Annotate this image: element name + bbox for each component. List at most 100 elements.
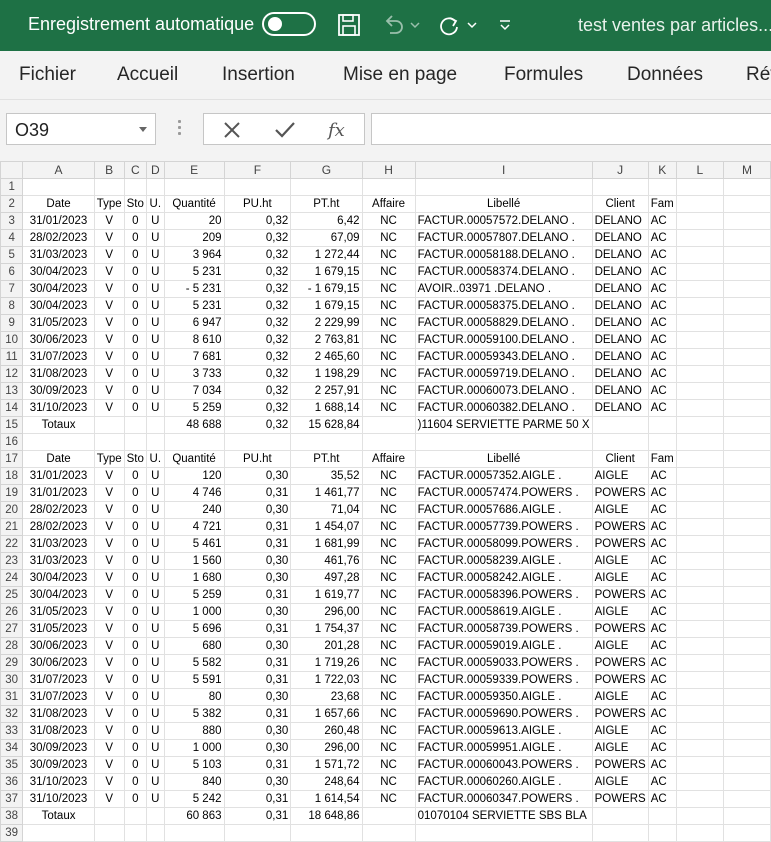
data-cell[interactable]: V (93, 212, 125, 230)
cell[interactable] (722, 484, 771, 502)
row-header[interactable]: 14 (0, 399, 24, 417)
data-cell[interactable]: 0 (123, 365, 147, 383)
row-header[interactable]: 4 (0, 229, 24, 247)
tab-accueil[interactable]: Accueil (117, 64, 178, 86)
data-cell[interactable]: FACTUR.00059951.AIGLE . (414, 739, 593, 757)
data-cell[interactable]: 0 (123, 722, 147, 740)
data-cell[interactable]: AIGLE (591, 569, 649, 587)
data-cell[interactable]: 0 (123, 620, 147, 638)
data-cell[interactable]: NC (361, 501, 416, 519)
data-cell[interactable]: 0 (123, 790, 147, 808)
data-cell[interactable]: 31/03/2023 (22, 552, 95, 570)
data-cell[interactable]: 0 (123, 756, 147, 774)
cell[interactable] (361, 824, 416, 842)
data-cell[interactable]: 0,32 (223, 314, 292, 332)
data-cell[interactable]: DELANO (591, 212, 649, 230)
header-cell[interactable]: Client (591, 195, 649, 213)
data-cell[interactable]: FACTUR.00059613.AIGLE . (414, 722, 593, 740)
data-cell[interactable]: AC (647, 722, 677, 740)
cell[interactable] (722, 382, 771, 400)
data-cell[interactable]: 7 681 (163, 348, 225, 366)
data-cell[interactable]: 0,32 (223, 229, 292, 247)
header-cell[interactable]: Date (22, 195, 95, 213)
tab-donnees[interactable]: Données (627, 64, 703, 86)
data-cell[interactable]: 0,32 (223, 382, 292, 400)
cell[interactable] (675, 348, 724, 366)
row-header[interactable]: 20 (0, 501, 24, 519)
data-cell[interactable]: 0,30 (223, 603, 292, 621)
data-cell[interactable]: V (93, 722, 125, 740)
data-cell[interactable]: 0 (123, 399, 147, 417)
header-cell[interactable]: U. (145, 450, 165, 468)
data-cell[interactable]: NC (361, 212, 416, 230)
data-cell[interactable]: 30/06/2023 (22, 637, 95, 655)
data-cell[interactable]: 20 (163, 212, 225, 230)
data-cell[interactable]: U (145, 552, 165, 570)
save-icon[interactable] (336, 10, 362, 40)
row-header[interactable]: 38 (0, 807, 24, 825)
cell[interactable] (722, 331, 771, 349)
totals-unit-price[interactable]: 0,32 (223, 416, 292, 434)
cell[interactable] (93, 178, 125, 196)
data-cell[interactable]: V (93, 501, 125, 519)
row-header[interactable]: 23 (0, 552, 24, 570)
data-cell[interactable]: AC (647, 705, 677, 723)
data-cell[interactable]: 30/09/2023 (22, 756, 95, 774)
cell[interactable] (93, 824, 125, 842)
cell[interactable] (722, 518, 771, 536)
data-cell[interactable]: 5 582 (163, 654, 225, 672)
tab-fichier[interactable]: Fichier (19, 64, 76, 86)
data-cell[interactable]: POWERS (591, 518, 649, 536)
data-cell[interactable]: FACTUR.00058188.DELANO . (414, 246, 593, 264)
data-cell[interactable]: U (145, 331, 165, 349)
column-header-g[interactable]: G (290, 161, 363, 179)
data-cell[interactable]: POWERS (591, 790, 649, 808)
row-header[interactable]: 32 (0, 705, 24, 723)
data-cell[interactable]: V (93, 365, 125, 383)
data-cell[interactable]: 1 657,66 (290, 705, 363, 723)
data-cell[interactable]: V (93, 705, 125, 723)
column-header-b[interactable]: B (93, 161, 125, 179)
cell[interactable] (722, 399, 771, 417)
row-header[interactable]: 19 (0, 484, 24, 502)
row-header[interactable]: 9 (0, 314, 24, 332)
data-cell[interactable]: AC (647, 671, 677, 689)
data-cell[interactable]: 1 000 (163, 603, 225, 621)
data-cell[interactable]: U (145, 501, 165, 519)
data-cell[interactable]: FACTUR.00059719.DELANO . (414, 365, 593, 383)
data-cell[interactable]: DELANO (591, 399, 649, 417)
data-cell[interactable]: 0,32 (223, 331, 292, 349)
data-cell[interactable]: 248,64 (290, 773, 363, 791)
data-cell[interactable]: 30/04/2023 (22, 280, 95, 298)
data-cell[interactable]: 0,31 (223, 756, 292, 774)
data-cell[interactable]: NC (361, 399, 416, 417)
row-header[interactable]: 13 (0, 382, 24, 400)
cell[interactable] (223, 824, 292, 842)
header-cell[interactable]: Sto (123, 195, 147, 213)
data-cell[interactable]: AC (647, 297, 677, 315)
cell[interactable] (123, 824, 147, 842)
cell[interactable] (22, 433, 95, 451)
cell[interactable] (93, 433, 125, 451)
data-cell[interactable]: 31/05/2023 (22, 603, 95, 621)
data-cell[interactable]: POWERS (591, 586, 649, 604)
data-cell[interactable]: 5 382 (163, 705, 225, 723)
cell[interactable] (722, 246, 771, 264)
data-cell[interactable]: AC (647, 246, 677, 264)
data-cell[interactable]: NC (361, 535, 416, 553)
data-cell[interactable]: U (145, 790, 165, 808)
cell[interactable] (22, 824, 95, 842)
data-cell[interactable]: U (145, 246, 165, 264)
totals-total-price[interactable]: 18 648,86 (290, 807, 363, 825)
data-cell[interactable]: AC (647, 603, 677, 621)
data-cell[interactable]: 31/07/2023 (22, 671, 95, 689)
cell[interactable] (675, 535, 724, 553)
data-cell[interactable]: 31/08/2023 (22, 705, 95, 723)
data-cell[interactable]: NC (361, 756, 416, 774)
row-header[interactable]: 1 (0, 178, 24, 196)
data-cell[interactable]: 0 (123, 501, 147, 519)
cell[interactable] (722, 178, 771, 196)
totals-total-price[interactable]: 15 628,84 (290, 416, 363, 434)
data-cell[interactable]: U (145, 467, 165, 485)
data-cell[interactable]: 0,30 (223, 552, 292, 570)
